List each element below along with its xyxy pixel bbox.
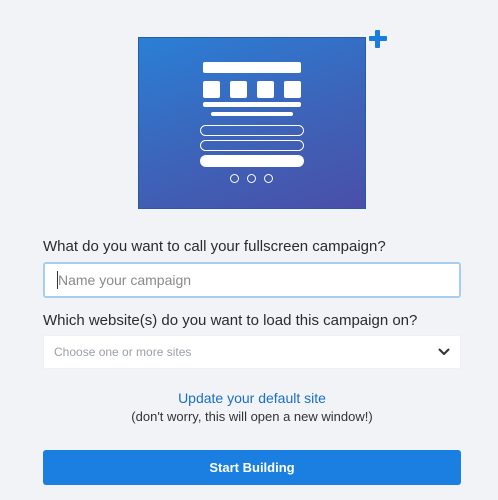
preview-button bbox=[200, 155, 304, 167]
preview-text-line bbox=[203, 102, 301, 107]
preview-tile bbox=[203, 81, 220, 98]
website-select-label: Which website(s) do you want to load thi… bbox=[43, 312, 418, 329]
text-cursor bbox=[57, 271, 58, 289]
preview-dot bbox=[264, 174, 273, 183]
start-building-button[interactable]: Start Building bbox=[43, 450, 461, 485]
campaign-name-label: What do you want to call your fullscreen… bbox=[43, 238, 386, 255]
preview-dot bbox=[247, 174, 256, 183]
preview-header-bar bbox=[203, 62, 301, 73]
preview-dot bbox=[230, 174, 239, 183]
campaign-preview-image bbox=[138, 37, 366, 209]
preview-field bbox=[200, 125, 304, 136]
preview-text-line bbox=[211, 112, 293, 116]
preview-tile bbox=[284, 81, 301, 98]
plus-icon bbox=[369, 30, 387, 48]
campaign-name-input[interactable] bbox=[43, 262, 461, 298]
preview-tile bbox=[257, 81, 274, 98]
create-campaign-page: What do you want to call your fullscreen… bbox=[0, 0, 498, 500]
chevron-down-icon bbox=[438, 348, 450, 355]
website-select[interactable]: Choose one or more sites bbox=[43, 335, 461, 369]
website-select-placeholder: Choose one or more sites bbox=[54, 345, 192, 359]
preview-field bbox=[200, 140, 304, 151]
new-window-note: (don't worry, this will open a new windo… bbox=[131, 409, 373, 424]
preview-tile bbox=[230, 81, 247, 98]
update-default-site-link[interactable]: Update your default site bbox=[0, 390, 498, 406]
